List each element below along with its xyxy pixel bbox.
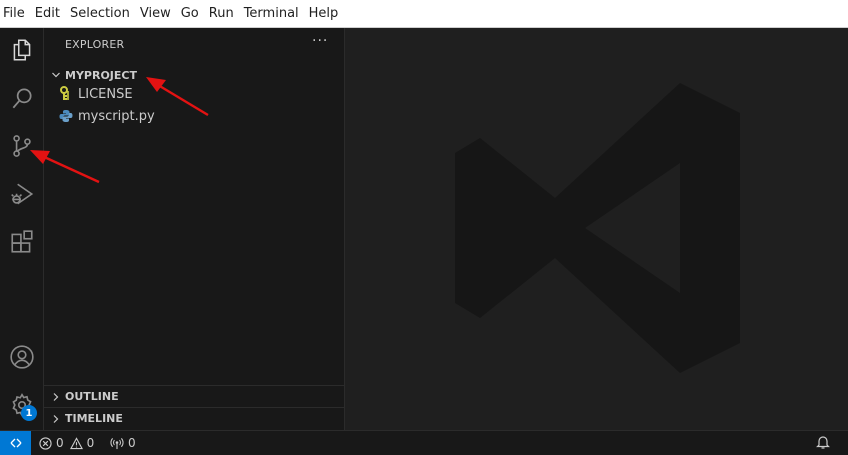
file-item-license[interactable]: LICENSE: [58, 83, 133, 105]
run-debug-icon[interactable]: [6, 178, 38, 210]
chevron-right-icon: [48, 389, 64, 405]
accounts-icon[interactable]: [6, 341, 38, 373]
python-icon: [58, 108, 74, 124]
editor-area: [345, 28, 848, 430]
explorer-icon[interactable]: [6, 34, 38, 66]
more-actions-button[interactable]: ···: [312, 33, 328, 49]
explorer-title: EXPLORER: [65, 38, 125, 51]
status-bar: 0 0 0: [0, 430, 848, 455]
search-icon[interactable]: [6, 82, 38, 114]
source-control-icon[interactable]: [6, 130, 38, 162]
ports-count: 0: [128, 436, 136, 450]
extensions-icon[interactable]: [6, 226, 38, 258]
remote-indicator-button[interactable]: [0, 431, 31, 455]
error-count: 0: [56, 436, 64, 450]
menu-terminal[interactable]: Terminal: [239, 0, 304, 28]
vscode-logo-watermark-icon: [455, 83, 740, 373]
explorer-sidebar: EXPLORER ··· MYPROJECT LICENSE myscript.…: [44, 28, 345, 430]
menu-bar: File Edit Selection View Go Run Terminal…: [0, 0, 848, 28]
menu-view[interactable]: View: [135, 0, 176, 28]
manage-update-badge: 1: [21, 405, 37, 421]
menu-run[interactable]: Run: [204, 0, 239, 28]
chevron-right-icon: [48, 411, 64, 427]
file-name: myscript.py: [78, 108, 155, 124]
license-key-icon: [58, 86, 74, 102]
activity-bar: 1: [0, 28, 44, 430]
file-item-myscript[interactable]: myscript.py: [58, 105, 155, 127]
remote-icon: [10, 438, 21, 448]
file-name: LICENSE: [78, 86, 133, 102]
warning-icon: [69, 436, 83, 449]
warning-count: 0: [86, 436, 95, 450]
timeline-section[interactable]: TIMELINE: [44, 407, 344, 429]
problems-indicator[interactable]: 0 0: [39, 431, 94, 455]
notifications-bell-icon[interactable]: [816, 434, 830, 453]
outline-section[interactable]: OUTLINE: [44, 385, 344, 407]
menu-selection[interactable]: Selection: [65, 0, 135, 28]
ports-indicator[interactable]: 0: [110, 431, 136, 455]
menu-file[interactable]: File: [0, 0, 30, 28]
chevron-down-icon: [48, 67, 64, 83]
menu-help[interactable]: Help: [304, 0, 344, 28]
timeline-label: TIMELINE: [65, 412, 123, 425]
outline-label: OUTLINE: [65, 390, 119, 403]
broadcast-icon: [110, 437, 124, 449]
menu-edit[interactable]: Edit: [30, 0, 65, 28]
error-icon: [39, 436, 52, 450]
menu-go[interactable]: Go: [176, 0, 204, 28]
folder-name: MYPROJECT: [65, 68, 137, 82]
